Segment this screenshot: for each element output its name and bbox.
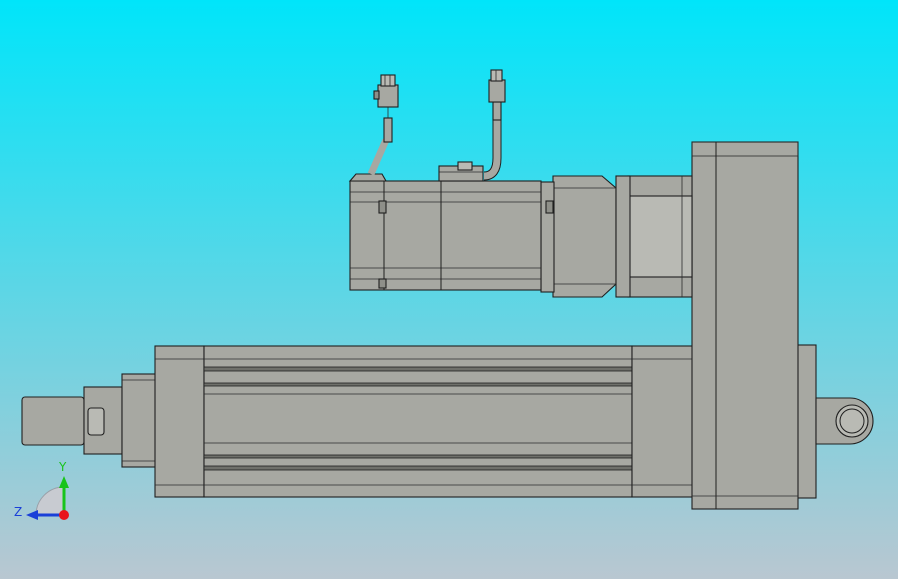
servo-motor[interactable] bbox=[348, 161, 693, 298]
cad-viewport[interactable]: Y Z bbox=[0, 0, 898, 579]
motor-flange bbox=[540, 181, 555, 293]
encoder-cap bbox=[348, 173, 387, 182]
front-end-cap bbox=[154, 345, 205, 498]
front-flange bbox=[121, 373, 157, 468]
encoder-connector bbox=[377, 84, 399, 108]
y-axis-label: Y bbox=[58, 460, 67, 474]
gear-housing bbox=[691, 141, 799, 510]
motor-body bbox=[349, 180, 542, 291]
rear-end-cap bbox=[631, 345, 697, 498]
rear-clevis-block bbox=[795, 344, 817, 499]
coupling-block bbox=[552, 175, 617, 298]
piston-rod-end bbox=[21, 396, 85, 446]
rod-nut-face bbox=[87, 407, 105, 436]
triad-origin bbox=[59, 510, 69, 520]
z-axis-label: Z bbox=[14, 505, 22, 519]
power-connector bbox=[488, 79, 506, 103]
